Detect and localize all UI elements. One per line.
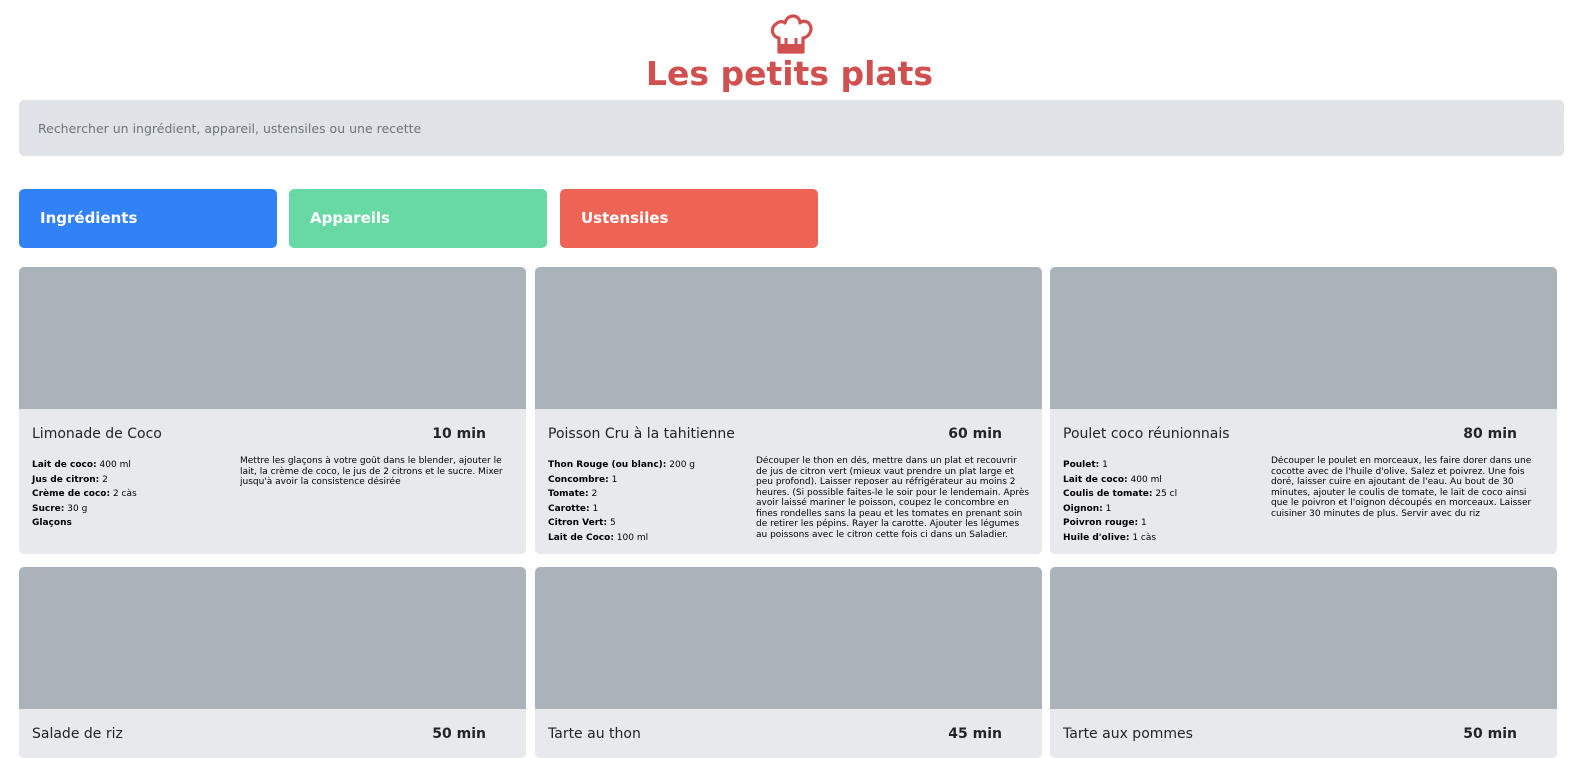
recipe-time: 50 min bbox=[432, 726, 486, 742]
recipe-card[interactable]: Tarte aux pommes 50 min bbox=[1050, 567, 1557, 758]
recipe-description: Découper le poulet en morceaux, les fair… bbox=[1271, 456, 1532, 519]
recipe-card[interactable]: Poisson Cru à la tahitienne 60 min Thon … bbox=[535, 267, 1042, 554]
recipe-time: 10 min bbox=[432, 426, 486, 442]
appliances-filter-label: Appareils bbox=[310, 209, 390, 227]
ingredient-item: Lait de coco: 400 ml bbox=[32, 460, 131, 470]
ingredient-item: Glaçons bbox=[32, 518, 72, 528]
page-title: Les petits plats bbox=[645, 54, 934, 93]
recipe-image-placeholder bbox=[19, 267, 526, 409]
recipe-card[interactable]: Poulet coco réunionnais 80 min Poulet: 1… bbox=[1050, 267, 1557, 554]
recipe-image-placeholder bbox=[535, 267, 1042, 409]
ingredient-item: Poivron rouge: 1 bbox=[1063, 518, 1147, 528]
recipe-description: Découper le thon en dés, mettre dans un … bbox=[756, 456, 1030, 540]
recipe-card[interactable]: Salade de riz 50 min bbox=[19, 567, 526, 758]
recipe-card[interactable]: Tarte au thon 45 min bbox=[535, 567, 1042, 758]
ingredient-list: Lait de coco: 400 ml Jus de citron: 2 Cr… bbox=[32, 458, 232, 531]
recipe-time: 60 min bbox=[948, 426, 1002, 442]
ingredient-item: Oignon: 1 bbox=[1063, 503, 1112, 514]
recipe-image-placeholder bbox=[19, 567, 526, 709]
recipe-title: Poisson Cru à la tahitienne bbox=[548, 426, 735, 442]
ingredient-item: Citron Vert: 5 bbox=[548, 518, 616, 528]
recipe-card-body: Poisson Cru à la tahitienne 60 min Thon … bbox=[535, 409, 1042, 554]
search-input[interactable] bbox=[19, 100, 1564, 156]
ingredient-item: Carotte: 1 bbox=[548, 503, 599, 514]
recipe-description: Mettre les glaçons à votre goût dans le … bbox=[240, 456, 503, 487]
recipe-title: Tarte au thon bbox=[548, 726, 641, 742]
recipe-time: 45 min bbox=[948, 726, 1002, 742]
ingredient-item: Thon Rouge (ou blanc): 200 g bbox=[548, 460, 696, 470]
recipe-image-placeholder bbox=[535, 567, 1042, 709]
ingredient-item: Jus de citron: 2 bbox=[32, 474, 108, 485]
appliances-filter-button[interactable]: Appareils bbox=[289, 189, 547, 248]
recipe-card-body: Poulet coco réunionnais 80 min Poulet: 1… bbox=[1050, 409, 1557, 554]
recipe-title: Poulet coco réunionnais bbox=[1063, 426, 1230, 442]
ingredient-list: Poulet: 1 Lait de coco: 400 ml Coulis de… bbox=[1063, 458, 1263, 545]
utensils-filter-label: Ustensiles bbox=[581, 209, 669, 227]
ingredient-item: Lait de coco: 400 ml bbox=[1063, 474, 1162, 485]
recipe-title: Limonade de Coco bbox=[32, 426, 162, 442]
recipe-card-body: Salade de riz 50 min bbox=[19, 709, 526, 758]
ingredient-item: Crème de coco: 2 càs bbox=[32, 489, 137, 499]
ingredients-filter-button[interactable]: Ingrédients bbox=[19, 189, 277, 248]
chef-hat-icon bbox=[770, 14, 813, 54]
ingredient-item: Poulet: 1 bbox=[1063, 460, 1108, 470]
ingredient-item: Lait de Coco: 100 ml bbox=[548, 532, 649, 543]
recipe-image-placeholder bbox=[1050, 267, 1557, 409]
recipe-time: 50 min bbox=[1463, 726, 1517, 742]
ingredient-item: Sucre: 30 g bbox=[32, 503, 88, 514]
recipe-card-body: Tarte au thon 45 min bbox=[535, 709, 1042, 758]
ingredient-item: Concombre: 1 bbox=[548, 474, 618, 485]
search-bar bbox=[19, 100, 1564, 156]
recipe-title: Salade de riz bbox=[32, 726, 123, 742]
utensils-filter-button[interactable]: Ustensiles bbox=[560, 189, 818, 248]
recipe-time: 80 min bbox=[1463, 426, 1517, 442]
ingredient-item: Tomate: 2 bbox=[548, 489, 598, 499]
recipe-image-placeholder bbox=[1050, 567, 1557, 709]
ingredient-list: Thon Rouge (ou blanc): 200 g Concombre: … bbox=[548, 458, 748, 545]
ingredients-filter-label: Ingrédients bbox=[40, 209, 138, 227]
recipe-card-body: Tarte aux pommes 50 min bbox=[1050, 709, 1557, 758]
recipe-card[interactable]: Limonade de Coco 10 min Lait de coco: 40… bbox=[19, 267, 526, 554]
ingredient-item: Huile d'olive: 1 càs bbox=[1063, 532, 1157, 543]
recipe-card-body: Limonade de Coco 10 min Lait de coco: 40… bbox=[19, 409, 526, 554]
recipe-title: Tarte aux pommes bbox=[1063, 726, 1193, 742]
ingredient-item: Coulis de tomate: 25 cl bbox=[1063, 489, 1178, 499]
